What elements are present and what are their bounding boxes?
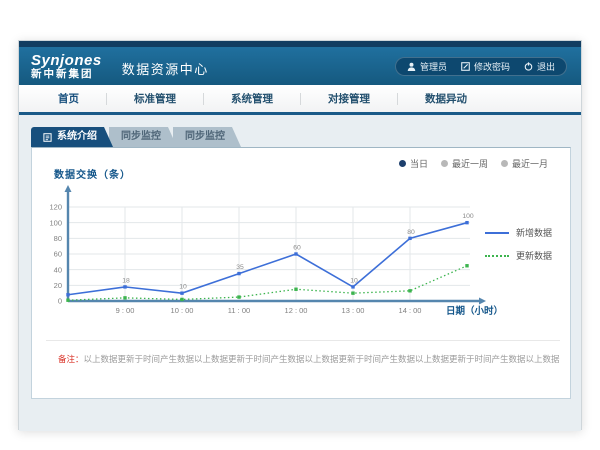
radio-unselected-icon [501,160,508,167]
main-nav: 首页 标准管理 系统管理 对接管理 数据异动 [19,85,581,115]
admin-user-button[interactable]: 管理员 [407,60,447,73]
nav-item-home[interactable]: 首页 [31,93,107,105]
radio-unselected-icon [441,160,448,167]
time-filter-week-label: 最近一周 [452,157,488,170]
time-filter-option-last-week[interactable]: 最近一周 [441,157,488,170]
time-filter-today-label: 当日 [410,157,428,170]
edit-icon [461,62,470,71]
svg-text:80: 80 [54,234,62,243]
tab-sync-monitor-1-label: 同步监控 [121,127,161,147]
tab-sync-monitor-2[interactable]: 同步监控 [173,127,241,147]
svg-text:60: 60 [293,245,301,252]
time-filter-option-today[interactable]: 当日 [399,157,428,170]
app-window: Synjones 新中新集团 数据资源中心 管理员 修改密码 退出 首页 标准管… [18,40,582,430]
svg-text:18: 18 [122,277,130,284]
change-password-button[interactable]: 修改密码 [461,60,510,73]
logout-button[interactable]: 退出 [524,60,555,73]
tab-system-intro-label: 系统介绍 [57,127,97,147]
logo-company-text: 新中新集团 [31,69,102,80]
time-filter: 当日 最近一周 最近一月 [399,157,548,170]
svg-text:12 : 00: 12 : 00 [285,306,308,315]
svg-text:60: 60 [54,250,62,259]
svg-text:10: 10 [350,277,358,284]
svg-text:80: 80 [407,229,415,236]
legend-item-new-data[interactable]: 新增数据 [485,226,552,239]
logo-brand-text: Synjones [31,53,102,69]
legend-item-update-data[interactable]: 更新数据 [485,249,552,262]
page-title: 数据资源中心 [122,55,209,78]
tab-sync-monitor-2-label: 同步监控 [185,127,225,147]
app-header: Synjones 新中新集团 数据资源中心 管理员 修改密码 退出 [19,47,581,85]
nav-item-interface-mgmt[interactable]: 对接管理 [301,93,398,105]
legend-new-data-label: 新增数据 [516,226,552,239]
footnote-text: 以上数据更新于时间产生数据以上数据更新于时间产生数据以上数据更新于时间产生数据以… [84,354,560,364]
svg-text:0: 0 [58,297,62,306]
series-legend: 新增数据 更新数据 [485,226,552,262]
y-axis-title: 数据交换（条） [54,166,131,181]
svg-text:14 : 00: 14 : 00 [399,306,422,315]
chart-panel: 当日 最近一周 最近一月 数据交换（条） 0 20 40 60 80 100 120 9 : … [31,147,571,399]
footnote: 备注：以上数据更新于时间产生数据以上数据更新于时间产生数据以上数据更新于时间产生… [46,340,560,365]
nav-item-system-mgmt[interactable]: 系统管理 [204,93,301,105]
svg-text:13 : 00: 13 : 00 [342,306,365,315]
svg-text:120: 120 [49,203,62,212]
radio-selected-icon [399,160,406,167]
time-filter-month-label: 最近一月 [512,157,548,170]
content-area: 系统介绍 同步监控 同步监控 当日 最近一周 [19,115,581,431]
user-icon [407,62,416,71]
change-password-label: 修改密码 [474,60,510,73]
company-logo: Synjones 新中新集团 [31,53,102,80]
svg-text:40: 40 [54,265,62,274]
time-filter-option-last-month[interactable]: 最近一月 [501,157,548,170]
user-toolbar: 管理员 修改密码 退出 [395,57,567,76]
solid-line-swatch-icon [485,232,509,234]
admin-user-label: 管理员 [420,60,447,73]
tab-system-intro[interactable]: 系统介绍 [31,127,113,147]
svg-text:10: 10 [179,284,187,291]
tab-sync-monitor-1[interactable]: 同步监控 [109,127,177,147]
svg-text:100: 100 [462,213,474,220]
svg-text:20: 20 [54,281,62,290]
document-icon [43,133,52,142]
svg-text:10 : 00: 10 : 00 [171,306,194,315]
svg-text:日期（小时）: 日期（小时） [446,305,503,317]
nav-item-standard-mgmt[interactable]: 标准管理 [107,93,204,105]
svg-text:35: 35 [236,264,244,271]
logout-label: 退出 [537,60,555,73]
legend-update-data-label: 更新数据 [516,249,552,262]
dotted-line-swatch-icon [485,255,509,257]
power-icon [524,62,533,71]
tab-bar: 系统介绍 同步监控 同步监控 [31,127,569,147]
footnote-prefix: 备注： [58,354,84,364]
svg-text:9 : 00: 9 : 00 [116,306,135,315]
nav-item-data-change[interactable]: 数据异动 [398,93,494,105]
svg-text:100: 100 [49,218,62,227]
svg-text:11 : 00: 11 : 00 [228,306,250,315]
